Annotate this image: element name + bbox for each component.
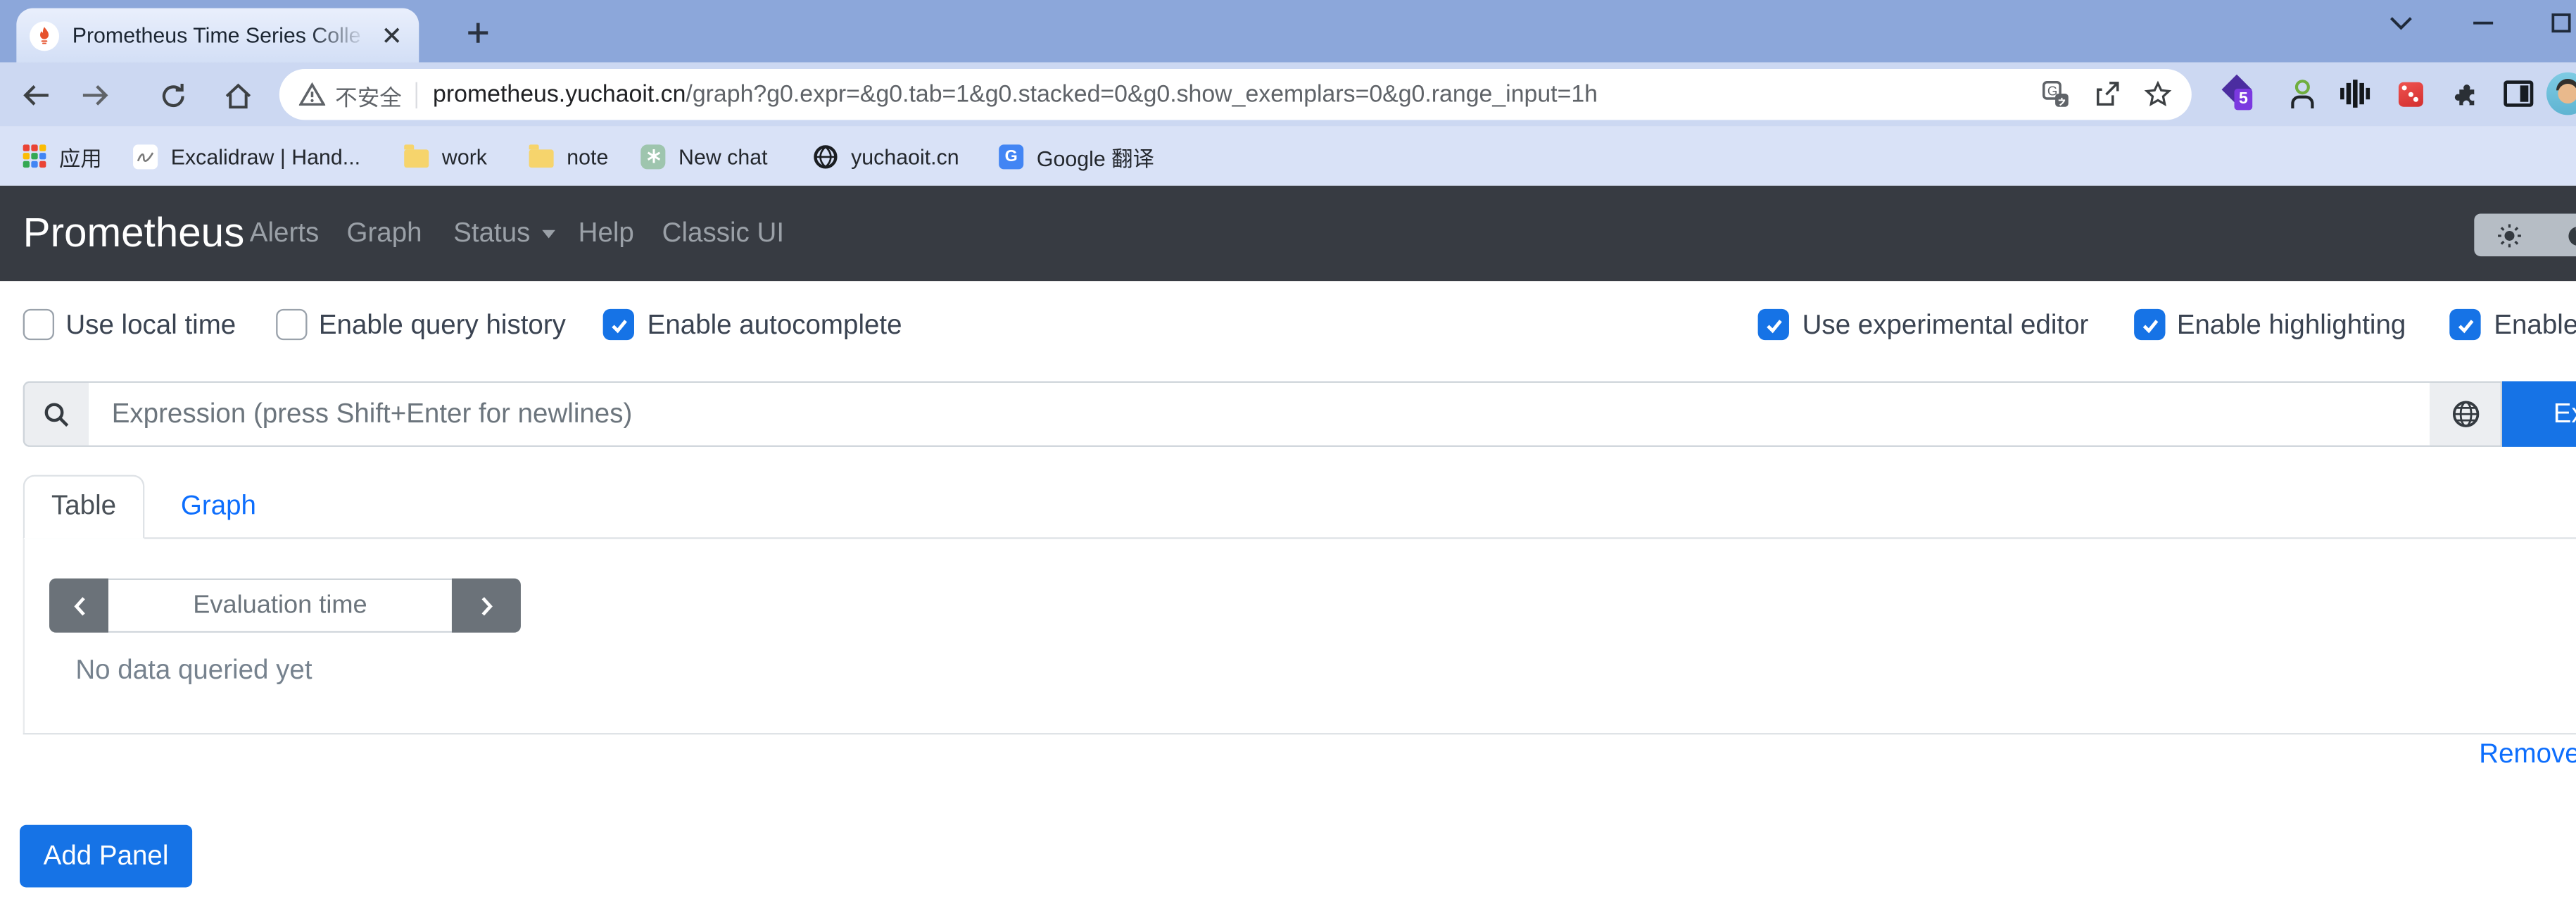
tab-table[interactable]: Table (23, 475, 145, 539)
new-tab-button[interactable] (462, 16, 495, 49)
globe-icon (813, 144, 838, 168)
apps-grid-icon (23, 144, 46, 168)
folder-icon (404, 149, 429, 167)
home-button[interactable] (218, 75, 258, 115)
folder-icon (529, 149, 554, 167)
empty-state-message: No data queried yet (75, 655, 312, 686)
url-path: /graph?g0.expr=&g0.tab=1&g0.stacked=0&g0… (686, 82, 1598, 108)
bookmark-google-translate[interactable]: G Google 翻译 (999, 127, 1154, 186)
panel-left-border (23, 539, 25, 733)
extension-vue-devtools-icon[interactable]: 5 (2221, 75, 2257, 111)
extension-badge: 5 (2235, 89, 2253, 110)
evaluation-time-group (49, 579, 521, 633)
bookmark-apps[interactable]: 应用 (23, 127, 102, 186)
enable-linter-label[interactable]: Enable (2494, 301, 2576, 350)
evaluation-time-input[interactable] (108, 579, 452, 633)
tab-graph[interactable]: Graph (169, 475, 267, 539)
enable-autocomplete-checkbox[interactable] (603, 309, 634, 340)
not-secure-warning-icon (299, 82, 325, 107)
address-bar[interactable]: 不安全 prometheus.yuchaoit.cn/graph?g0.expr… (279, 69, 2192, 120)
browser-tab[interactable]: Prometheus Time Series Colle (16, 8, 419, 63)
enable-query-history-label[interactable]: Enable query history (319, 301, 566, 350)
url-text[interactable]: prometheus.yuchaoit.cn/graph?g0.expr=&g0… (433, 82, 2019, 108)
nav-link-alerts[interactable]: Alerts (250, 186, 319, 281)
enable-highlighting-checkbox[interactable] (2134, 309, 2165, 340)
side-panel-icon[interactable] (2501, 75, 2537, 111)
enable-query-history-checkbox[interactable] (276, 309, 307, 340)
browser-toolbar: 不安全 prometheus.yuchaoit.cn/graph?g0.expr… (0, 63, 2576, 127)
table-panel: No data queried yet Remove (0, 539, 2576, 735)
use-experimental-editor-checkbox[interactable] (1758, 309, 1789, 340)
evaluation-time-back-button[interactable] (49, 579, 108, 633)
excalidraw-icon (133, 144, 158, 168)
window-minimize-button[interactable] (2464, 8, 2500, 38)
evaluation-time-forward-button[interactable] (452, 579, 521, 633)
chatgpt-icon (640, 144, 665, 168)
theme-dark-moon-icon[interactable] (2543, 213, 2576, 256)
google-translate-icon: G (999, 144, 1023, 168)
tab-search-chevron-icon[interactable] (2382, 8, 2418, 38)
use-local-time-label[interactable]: Use local time (65, 301, 236, 350)
nav-link-classic-ui[interactable]: Classic UI (662, 186, 784, 281)
forward-button[interactable] (74, 75, 113, 115)
window-maximize-button[interactable] (2543, 8, 2576, 38)
translate-icon[interactable]: G (2042, 80, 2070, 108)
expression-input[interactable] (89, 382, 2432, 447)
bookmarks-bar: 应用 Excalidraw | Hand... work note New ch… (0, 127, 2576, 186)
tab-title: Prometheus Time Series Colle (72, 23, 377, 48)
nav-link-graph[interactable]: Graph (347, 186, 422, 281)
nav-link-status[interactable]: Status (453, 186, 555, 281)
search-icon (23, 382, 91, 447)
enable-autocomplete-label[interactable]: Enable autocomplete (648, 301, 902, 350)
bookmark-folder-work[interactable]: work (404, 127, 487, 186)
tab-close-icon[interactable] (377, 20, 406, 50)
extension-waveform-icon[interactable] (2336, 75, 2372, 111)
bookmark-excalidraw[interactable]: Excalidraw | Hand... (133, 127, 360, 186)
profile-avatar[interactable] (2546, 73, 2576, 115)
prometheus-brand[interactable]: Prometheus (23, 186, 245, 281)
remove-panel-link[interactable]: Remove (2479, 739, 2576, 770)
extension-dice-icon[interactable] (2392, 75, 2428, 111)
prometheus-navbar: Prometheus Alerts Graph Status Help Clas… (0, 186, 2576, 281)
add-panel-button[interactable]: Add Panel (20, 825, 192, 888)
browser-tab-strip: Prometheus Time Series Colle (0, 0, 2576, 63)
enable-highlighting-label[interactable]: Enable highlighting (2177, 301, 2406, 350)
back-button[interactable] (16, 75, 56, 115)
theme-light-sun-icon[interactable] (2474, 213, 2543, 256)
extensions-puzzle-icon[interactable] (2448, 75, 2484, 111)
nav-link-help[interactable]: Help (579, 186, 634, 281)
bookmark-new-chat[interactable]: New chat (640, 127, 767, 186)
bookmark-yuchaoit[interactable]: yuchaoit.cn (813, 127, 959, 186)
metrics-explorer-globe-icon[interactable] (2430, 382, 2502, 447)
share-icon[interactable] (2093, 80, 2121, 108)
url-domain: prometheus.yuchaoit.cn (433, 82, 686, 108)
security-label[interactable]: 不安全 (335, 78, 402, 111)
use-experimental-editor-label[interactable]: Use experimental editor (1802, 301, 2089, 350)
theme-toggle-group (2474, 213, 2576, 256)
enable-linter-checkbox[interactable] (2449, 309, 2480, 340)
browser-window: Prometheus Time Series Colle (0, 0, 2576, 899)
prometheus-favicon-icon (30, 20, 59, 50)
extension-user-icon[interactable] (2284, 75, 2320, 111)
address-divider (415, 82, 416, 108)
reload-button[interactable] (153, 75, 192, 115)
bookmark-folder-note[interactable]: note (529, 127, 609, 186)
panel-bottom-border (23, 733, 2576, 734)
panel-tabs: Table Graph (0, 475, 2576, 539)
query-options-row: Use local time Enable query history Enab… (0, 301, 2576, 350)
execute-button[interactable]: Execute (2502, 382, 2576, 447)
use-local-time-checkbox[interactable] (23, 309, 54, 340)
caret-down-icon (542, 230, 555, 239)
bookmark-star-icon[interactable] (2144, 80, 2172, 108)
expression-bar: Execute (0, 382, 2576, 447)
